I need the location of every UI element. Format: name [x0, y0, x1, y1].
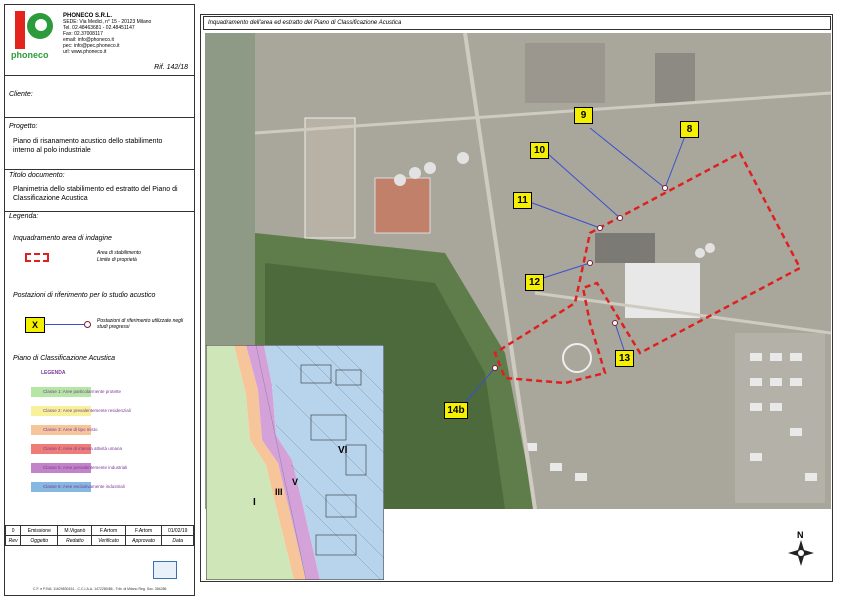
divider	[5, 117, 194, 118]
title-block: phoneco PHONECO S.R.L. SEDE: Via Medici,…	[4, 4, 195, 596]
revision-cell: 0	[4, 525, 22, 536]
revision-header: Approvato	[124, 535, 163, 546]
cliente-label: Cliente:	[9, 91, 33, 98]
revision-cell: F.Artom	[91, 525, 126, 536]
class-label: Classe 2: Aree prevalentemente residenzi…	[43, 408, 131, 413]
divider	[5, 211, 194, 212]
titolo-label: Titolo documento:	[9, 172, 65, 179]
revision-header: Redatto	[57, 535, 93, 546]
legenda-label: Legenda:	[9, 213, 39, 220]
zone-label-vi: VI	[338, 445, 348, 456]
map-title: Inquadramento dell'area ed estratto del …	[203, 16, 831, 30]
certification-logo	[153, 561, 177, 579]
marker-8[interactable]: 8	[680, 121, 699, 138]
postazioni-dot-icon	[84, 321, 91, 328]
reference-number: Rif. 142/18	[154, 64, 188, 71]
marker-13[interactable]: 13	[615, 350, 634, 367]
revision-header: Oggetto	[20, 535, 59, 546]
footer-text: C.F. e P.IVA: 11629830151 - C.C.I.A.A. 1…	[33, 587, 167, 591]
class-label: Classe 1: Aree particolarmente protette	[43, 389, 122, 394]
marker-11[interactable]: 11	[513, 192, 532, 209]
divider	[5, 75, 194, 76]
postazioni-label: Postazioni di riferimento per lo studio …	[13, 292, 156, 299]
zone-label-i: I	[253, 497, 256, 508]
logo-text: phoneco	[11, 50, 49, 60]
piano-label: Piano di Classificazione Acustica	[13, 355, 116, 362]
area-text-2: Limite di proprietà	[97, 257, 137, 263]
revision-header: Data	[161, 535, 194, 546]
marker-10[interactable]: 10	[530, 142, 549, 159]
divider	[5, 169, 194, 170]
class-label: Classe 4: Aree di intensa attività umana	[43, 446, 123, 451]
compass-icon	[788, 540, 814, 566]
legenda-title: LEGENDA	[41, 370, 66, 376]
revision-table: 0 Emissione M.Viganò F.Artom F.Artom 01/02/19…	[4, 525, 194, 546]
marker-9[interactable]: 9	[574, 107, 593, 124]
revision-cell: F.Artom	[124, 525, 163, 536]
zone-label-v: V	[292, 477, 299, 487]
postazioni-text: Postazioni di riferimento utilizzate neg…	[97, 318, 184, 330]
revision-cell: 01/02/19	[161, 525, 194, 536]
company-url: url: www.phoneco.it	[63, 49, 107, 55]
zone-label-iii: III	[275, 487, 283, 497]
class-label: Classe 3: Aree di tipo misto	[43, 427, 98, 432]
class-label: Classe 5: Aree prevalentemente industria…	[43, 465, 128, 470]
revision-header: Rev	[4, 535, 22, 546]
progetto-text: Piano di risanamento acustico dello stab…	[13, 138, 163, 154]
titolo-text: Planimetria dello stabilimento ed estrat…	[13, 186, 178, 202]
boundary-swatch	[25, 253, 49, 262]
revision-header: Verificato	[91, 535, 126, 546]
postazioni-marker: X	[25, 317, 45, 333]
company-info: PHONECO S.R.L. SEDE: Via Medici, n° 15 -…	[63, 13, 151, 55]
progetto-label: Progetto:	[9, 123, 38, 130]
pca-inset-map	[206, 345, 384, 580]
marker-14b[interactable]: 14b	[444, 402, 468, 419]
revision-cell: M.Viganò	[57, 525, 93, 536]
revision-cell: Emissione	[20, 525, 59, 536]
area-text-1: Area di stabilimento	[97, 250, 141, 256]
revision-row: 0 Emissione M.Viganò F.Artom F.Artom 01/02/19	[4, 525, 194, 536]
company-logo: phoneco	[11, 11, 55, 60]
class-label: Classe 6: Aree esclusivamente industrial…	[43, 484, 125, 489]
inquadramento-label: Inquadramento area di indagine	[13, 235, 112, 242]
marker-12[interactable]: 12	[525, 274, 544, 291]
area-text: Area di stabilimento Limite di proprietà	[97, 250, 141, 264]
revision-header-row: Rev Oggetto Redatto Verificato Approvato Data	[4, 535, 194, 546]
north-label: N	[797, 530, 804, 540]
postazioni-line	[44, 324, 84, 325]
